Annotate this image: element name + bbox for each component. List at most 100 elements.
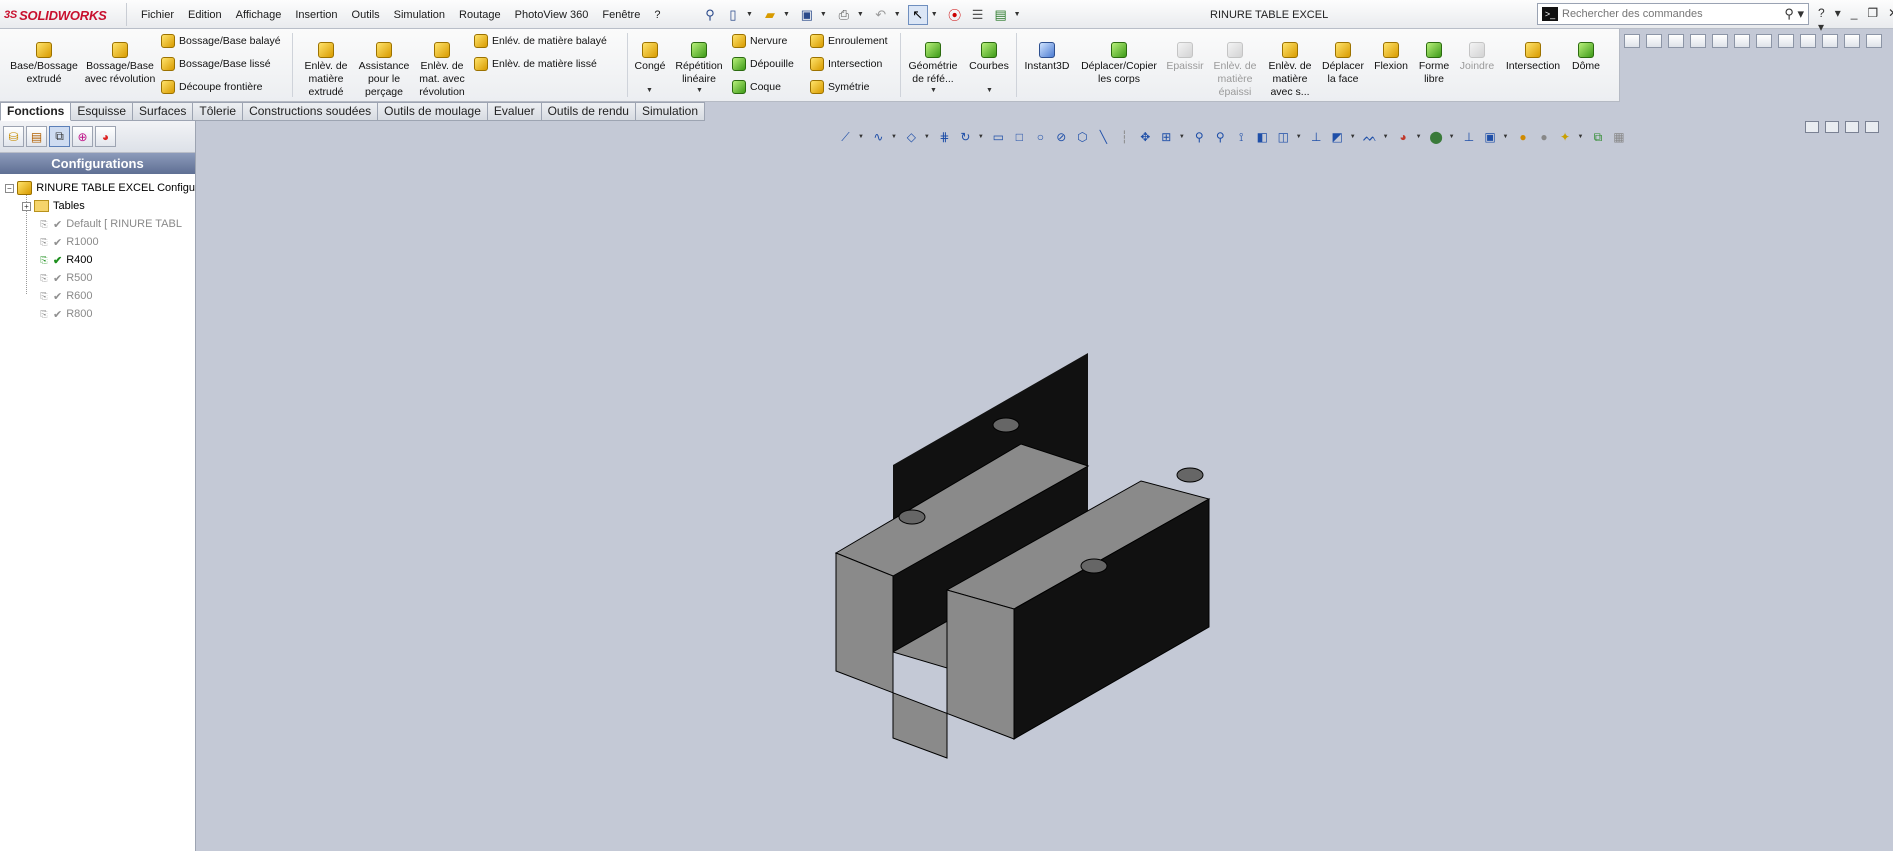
- linear-pattern-button[interactable]: Répétition linéaire: [672, 42, 726, 86]
- freeform-button[interactable]: Forme libre: [1414, 42, 1454, 86]
- feature-tree-icon[interactable]: ⛁: [3, 126, 24, 147]
- fillet-button[interactable]: Congé: [630, 42, 670, 73]
- chevron-down-icon[interactable]: ▼: [857, 11, 864, 18]
- boundary-boss-button[interactable]: Découpe frontière: [161, 80, 262, 94]
- chevron-down-icon[interactable]: ▼: [894, 11, 901, 18]
- surface-cut-button[interactable]: Enlèv. de matière avec s...: [1262, 42, 1318, 99]
- menu-affichage[interactable]: Affichage: [229, 9, 289, 21]
- tab-simulation[interactable]: Simulation: [635, 102, 705, 121]
- dimxpert-icon[interactable]: ⊕: [72, 126, 93, 147]
- mirror-button[interactable]: Symétrie: [810, 80, 869, 94]
- toolbar-icon[interactable]: [1668, 34, 1684, 48]
- part-model[interactable]: [197, 121, 1893, 851]
- tab-outils-moulage[interactable]: Outils de moulage: [378, 102, 488, 121]
- menu-edition[interactable]: Edition: [181, 9, 229, 21]
- extruded-boss-button[interactable]: Base/Bossage extrudé: [6, 42, 82, 86]
- options-icon[interactable]: ☰: [968, 5, 988, 25]
- tab-fonctions[interactable]: Fonctions: [0, 102, 72, 121]
- print-icon[interactable]: ⎙: [834, 5, 854, 25]
- join-button[interactable]: Joindre: [1454, 42, 1500, 73]
- toolbar-icon[interactable]: [1756, 34, 1772, 48]
- draft-button[interactable]: Dépouille: [732, 57, 794, 71]
- revolved-boss-button[interactable]: Bossage/Base avec révolution: [84, 42, 156, 86]
- tree-item-config[interactable]: ⎘ ✔ R1000: [0, 233, 195, 251]
- tab-constructions-soudees[interactable]: Constructions soudées: [243, 102, 379, 121]
- thickened-cut-button[interactable]: Enlèv. de matière épaissi: [1208, 42, 1262, 99]
- tree-item-config[interactable]: ⎘ ✔ Default [ RINURE TABL: [0, 215, 195, 233]
- chevron-down-icon[interactable]: ▼: [986, 87, 993, 94]
- lofted-boss-button[interactable]: Bossage/Base lissé: [161, 57, 271, 71]
- curves-button[interactable]: Courbes: [964, 42, 1014, 73]
- menu-routage[interactable]: Routage: [452, 9, 508, 21]
- tab-evaluer[interactable]: Evaluer: [487, 102, 542, 121]
- property-manager-icon[interactable]: ▤: [26, 126, 47, 147]
- menu-fenetre[interactable]: Fenêtre: [595, 9, 647, 21]
- move-copy-bodies-button[interactable]: Déplacer/Copier les corps: [1076, 42, 1162, 86]
- traffic-light-icon[interactable]: ⦿: [945, 5, 965, 25]
- tree-item-config[interactable]: ⎘ ✔ R800: [0, 305, 195, 323]
- chevron-down-icon[interactable]: ▼: [783, 11, 790, 18]
- chevron-down-icon[interactable]: ▼: [696, 87, 703, 94]
- chevron-down-icon[interactable]: ▼: [931, 11, 938, 18]
- chevron-down-icon[interactable]: ▼: [1014, 11, 1021, 18]
- graphics-area[interactable]: ⟋ ▼ ∿ ▼ ◇ ▼ ⋕ ↻ ▼ ▭ □ ○ ⊘ ⬡ ╲ ┆ ✥ ⊞ ▼ ⚲ ⚲ ⟟ ◧…: [197, 121, 1893, 851]
- search-input[interactable]: [1562, 8, 1762, 20]
- menu-fichier[interactable]: Fichier: [134, 9, 181, 21]
- instant3d-button[interactable]: Instant3D: [1018, 42, 1076, 73]
- open-icon[interactable]: ▰: [760, 5, 780, 25]
- tab-esquisse[interactable]: Esquisse: [71, 102, 134, 121]
- rib-button[interactable]: Nervure: [732, 34, 787, 48]
- toolbar-icon[interactable]: [1778, 34, 1794, 48]
- save-icon[interactable]: ▣: [797, 5, 817, 25]
- tree-root[interactable]: − RINURE TABLE EXCEL Configu: [0, 179, 195, 197]
- shell-button[interactable]: Coque: [732, 80, 781, 94]
- reference-geometry-button[interactable]: Géométrie de réfé...: [904, 42, 962, 86]
- toolbar-icon[interactable]: [1690, 34, 1706, 48]
- toolbar-icon[interactable]: [1734, 34, 1750, 48]
- tree-item-config[interactable]: ⎘ ✔ R600: [0, 287, 195, 305]
- toolbar-icon[interactable]: [1866, 34, 1882, 48]
- toolbar-icon[interactable]: [1712, 34, 1728, 48]
- wrap-button[interactable]: Enroulement: [810, 34, 888, 48]
- hole-wizard-button[interactable]: Assistance pour le perçage: [356, 42, 412, 99]
- toolbar-icon[interactable]: [1800, 34, 1816, 48]
- tab-outils-rendu[interactable]: Outils de rendu: [541, 102, 636, 121]
- swept-boss-button[interactable]: Bossage/Base balayé: [161, 34, 281, 48]
- toolbar-icon[interactable]: [1822, 34, 1838, 48]
- swept-cut-button[interactable]: Enlév. de matière balayé: [474, 34, 607, 48]
- search-icon[interactable]: ⚲ ▾: [1784, 6, 1808, 22]
- pin-icon[interactable]: ⚲: [700, 5, 720, 25]
- configuration-manager-icon[interactable]: ⧉: [49, 126, 70, 147]
- menu-help[interactable]: ?: [647, 9, 667, 21]
- chevron-down-icon[interactable]: ▼: [646, 87, 653, 94]
- revolved-cut-button[interactable]: Enlèv. de mat. avec révolution: [414, 42, 470, 99]
- undo-icon[interactable]: ↶: [871, 5, 891, 25]
- customize-icon[interactable]: ▤: [991, 5, 1011, 25]
- chevron-down-icon[interactable]: ▼: [820, 11, 827, 18]
- tree-item-config-active[interactable]: ⎘ ✔ R400: [0, 251, 195, 269]
- new-document-icon[interactable]: ▯: [723, 5, 743, 25]
- menu-photoview[interactable]: PhotoView 360: [508, 9, 596, 21]
- toolbar-icon[interactable]: [1646, 34, 1662, 48]
- tree-item-config[interactable]: ⎘ ✔ R500: [0, 269, 195, 287]
- select-icon[interactable]: ↖: [907, 4, 928, 25]
- tab-tolerie[interactable]: Tôlerie: [193, 102, 244, 121]
- collapse-icon[interactable]: −: [5, 183, 14, 193]
- chevron-down-icon[interactable]: ▼: [746, 11, 753, 18]
- menu-simulation[interactable]: Simulation: [387, 9, 452, 21]
- flex-button[interactable]: Flexion: [1368, 42, 1414, 73]
- dome-button[interactable]: Dôme: [1566, 42, 1606, 73]
- display-manager-icon[interactable]: ◕: [95, 126, 116, 147]
- intersect-button[interactable]: Intersection: [1500, 42, 1566, 73]
- menu-outils[interactable]: Outils: [345, 9, 387, 21]
- extruded-cut-button[interactable]: Enlèv. de matière extrudé: [298, 42, 354, 99]
- toolbar-icon[interactable]: [1624, 34, 1640, 48]
- move-face-button[interactable]: Déplacer la face: [1318, 42, 1368, 86]
- toolbar-icon[interactable]: [1844, 34, 1860, 48]
- thicken-button[interactable]: Epaissir: [1162, 42, 1208, 73]
- lofted-cut-button[interactable]: Enlèv. de matière lissé: [474, 57, 597, 71]
- intersection-small-button[interactable]: Intersection: [810, 57, 882, 71]
- command-search[interactable]: >_ ⚲ ▾: [1537, 3, 1809, 25]
- chevron-down-icon[interactable]: ▼: [930, 87, 937, 94]
- expand-icon[interactable]: +: [22, 201, 31, 211]
